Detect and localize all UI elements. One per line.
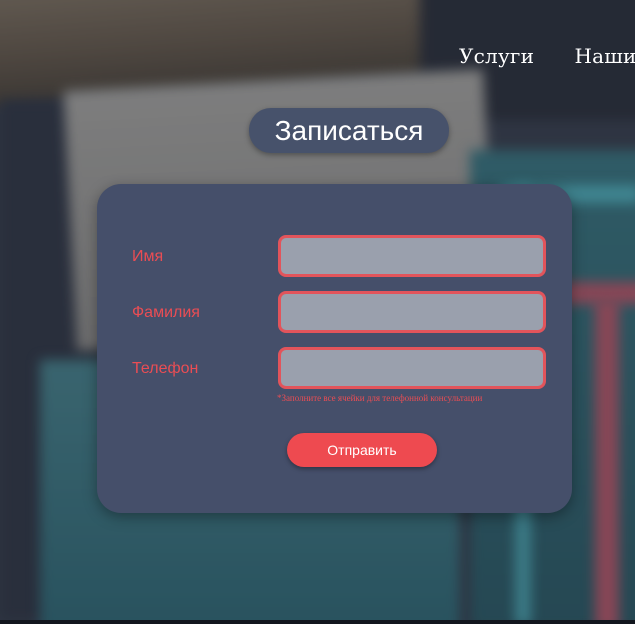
page: Услуги Наши ра Записаться Имя Фамилия Те… — [0, 0, 635, 624]
first-name-input[interactable] — [278, 235, 546, 277]
submit-button[interactable]: Отправить — [287, 433, 437, 467]
form-hint: *Заполните все ячейки для телефонной кон… — [277, 393, 483, 403]
last-name-input[interactable] — [278, 291, 546, 333]
last-name-label: Фамилия — [132, 304, 200, 321]
signup-form: Имя Фамилия Телефон *Заполните все ячейк… — [97, 184, 572, 513]
top-nav: Услуги Наши ра — [459, 44, 635, 68]
nav-link-services[interactable]: Услуги — [459, 44, 534, 68]
nav-link-our-works[interactable]: Наши ра — [575, 44, 635, 68]
phone-input[interactable] — [278, 347, 546, 389]
bottom-edge — [0, 620, 635, 624]
first-name-label: Имя — [132, 248, 164, 265]
form-title: Записаться — [249, 108, 449, 153]
phone-label: Телефон — [132, 360, 199, 377]
